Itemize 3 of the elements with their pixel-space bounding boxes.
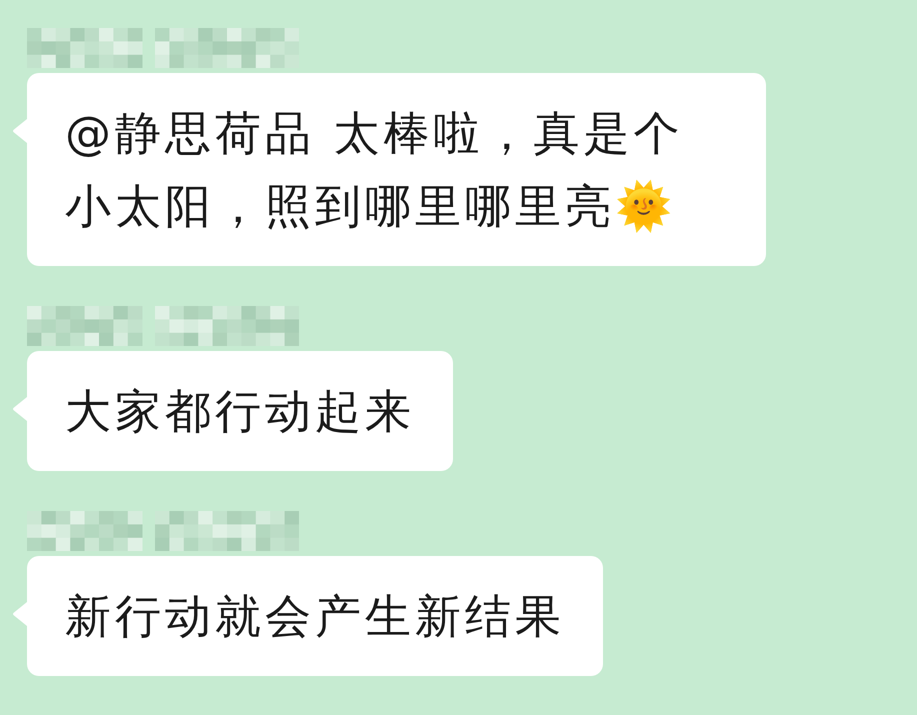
message-text: @静思荷品 太棒啦，真是个小太阳，照到哪里哪里亮🌞 xyxy=(65,105,685,235)
message-text: 大家都行动起来 xyxy=(65,383,415,440)
message-text: 新行动就会产生新结果 xyxy=(65,588,565,645)
